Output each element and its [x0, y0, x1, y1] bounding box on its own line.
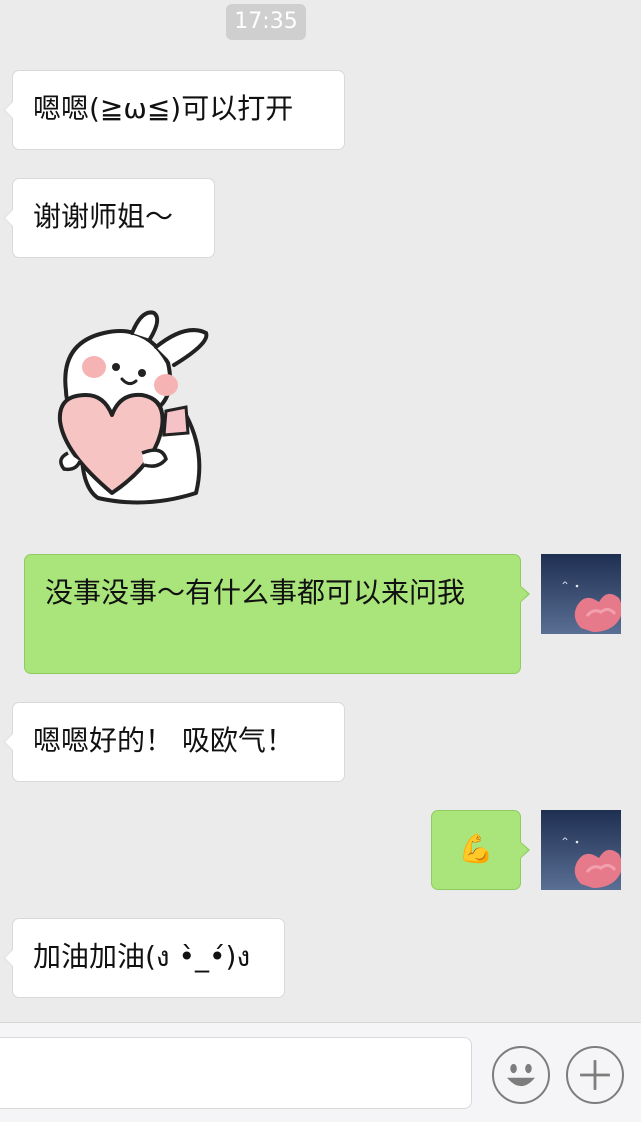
outgoing-message-bubble[interactable]: 💪: [431, 810, 530, 890]
avatar-image: [541, 810, 621, 890]
chat-input-bar: [0, 1022, 641, 1122]
message-timestamp: 17:35: [226, 4, 306, 40]
my-avatar[interactable]: [541, 554, 621, 634]
bunny-holding-heart-sticker[interactable]: [46, 303, 214, 513]
incoming-message-bubble[interactable]: 谢谢师姐～: [4, 178, 215, 258]
message-text: 谢谢师姐～: [33, 200, 174, 233]
message-text: 加油加油(ง •̀_•́)ง: [33, 940, 251, 973]
sticker-image: [57, 310, 209, 505]
incoming-message-bubble[interactable]: 加油加油(ง •̀_•́)ง: [4, 918, 285, 998]
avatar-image: [541, 554, 621, 634]
incoming-message-bubble[interactable]: 嗯嗯好的！ 吸欧气！: [4, 702, 345, 782]
more-options-button[interactable]: [566, 1046, 624, 1104]
emoji-button[interactable]: [492, 1046, 550, 1104]
message-text: 没事没事～有什么事都可以来问我: [45, 576, 466, 609]
message-text: 嗯嗯(≧ω≦)可以打开: [33, 92, 294, 125]
message-input[interactable]: [0, 1037, 472, 1109]
flexed-biceps-emoji: 💪: [458, 832, 494, 865]
outgoing-message-bubble[interactable]: 没事没事～有什么事都可以来问我: [24, 554, 530, 674]
plus-icon: [580, 1060, 610, 1090]
incoming-message-bubble[interactable]: 嗯嗯(≧ω≦)可以打开: [4, 70, 345, 150]
smiley-face-icon: [507, 1063, 535, 1087]
my-avatar[interactable]: [541, 810, 621, 890]
message-text: 嗯嗯好的！ 吸欧气！: [33, 724, 294, 757]
